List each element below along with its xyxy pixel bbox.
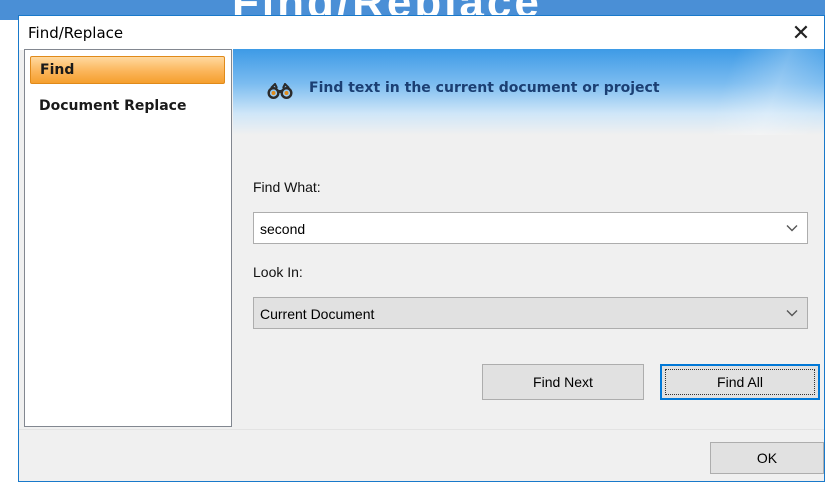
look-in-value: Current Document — [260, 306, 375, 322]
dialog-title: Find/Replace — [28, 24, 124, 42]
find-what-label: Find What: — [253, 179, 321, 195]
chevron-down-icon[interactable] — [786, 224, 798, 232]
close-icon: ✕ — [791, 20, 811, 46]
panel-header-text: Find text in the current document or pro… — [309, 80, 660, 96]
look-in-label: Look In: — [253, 264, 303, 280]
nav-item-label: Find — [40, 62, 75, 78]
binoculars-icon — [267, 83, 293, 99]
find-all-button[interactable]: Find All — [660, 364, 820, 400]
find-panel: Find text in the current document or pro… — [233, 49, 824, 429]
nav-item-find[interactable]: Find — [30, 56, 225, 84]
find-what-value: second — [260, 221, 306, 237]
mode-list: Find Document Replace — [24, 49, 232, 427]
dialog-footer: OK — [19, 429, 824, 481]
ok-button[interactable]: OK — [710, 442, 824, 474]
find-next-button[interactable]: Find Next — [482, 364, 644, 400]
close-button[interactable]: ✕ — [778, 16, 824, 50]
nav-item-document-replace[interactable]: Document Replace — [30, 91, 225, 121]
nav-item-label: Document Replace — [39, 98, 187, 114]
find-replace-dialog: Find/Replace ✕ Find Document Replace Fin… — [18, 15, 825, 482]
look-in-select[interactable]: Current Document — [253, 297, 808, 329]
focus-indicator — [665, 369, 815, 395]
panel-header: Find text in the current document or pro… — [233, 49, 824, 135]
title-bar[interactable]: Find/Replace ✕ — [19, 16, 824, 50]
find-next-label: Find Next — [533, 374, 593, 390]
find-what-combobox[interactable]: second — [253, 212, 808, 244]
ok-label: OK — [756, 450, 778, 466]
chevron-down-icon[interactable] — [786, 309, 798, 317]
